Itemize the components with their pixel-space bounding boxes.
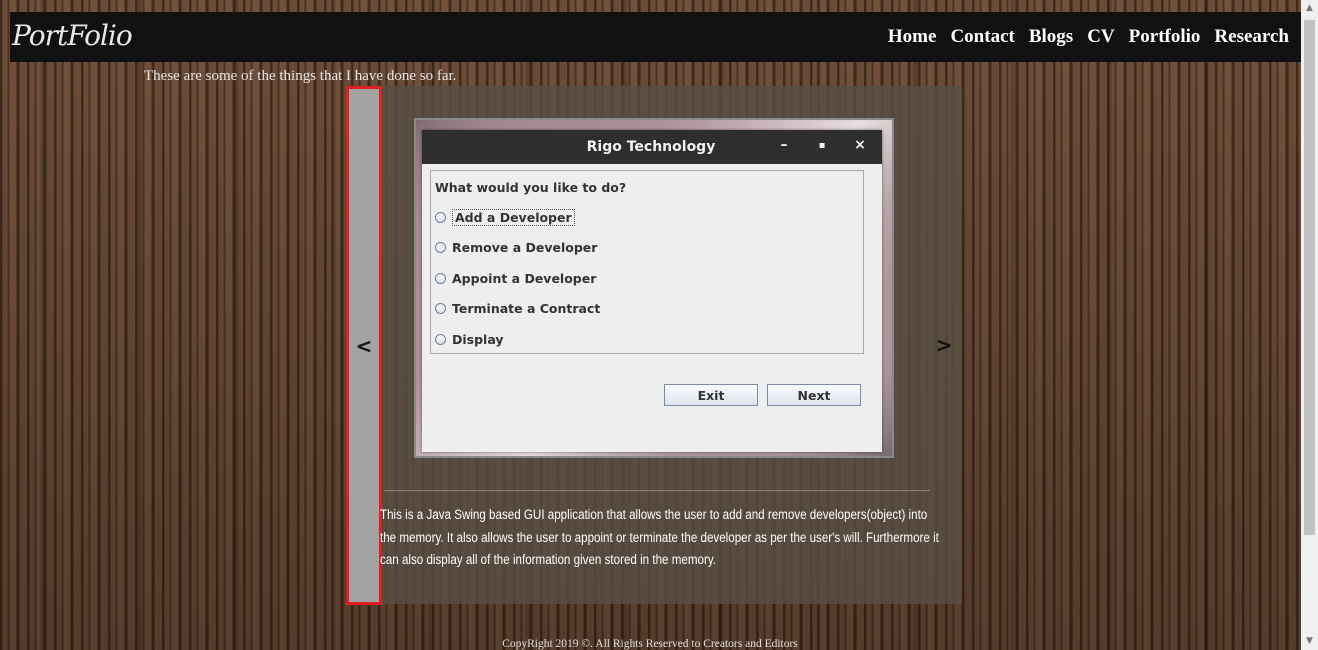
- radio-label: Add a Developer: [452, 209, 575, 226]
- radio-circle-icon: [435, 334, 446, 345]
- page-scrollbar[interactable]: ▲ ▼: [1301, 0, 1318, 650]
- navbar: PortFolio Home Contact Blogs CV Portfoli…: [10, 12, 1301, 62]
- radio-circle-icon: [435, 303, 446, 314]
- radio-display[interactable]: Display: [435, 332, 504, 347]
- radio-label: Display: [452, 332, 504, 347]
- question-label: What would you like to do?: [435, 180, 627, 195]
- java-app-window: Rigo Technology – ▪ × What would you lik…: [422, 130, 882, 452]
- slider-next-button[interactable]: >: [934, 330, 954, 360]
- radio-add-developer[interactable]: Add a Developer: [435, 209, 575, 226]
- radio-remove-developer[interactable]: Remove a Developer: [435, 240, 597, 255]
- site-logo[interactable]: PortFolio: [12, 19, 133, 52]
- scroll-up-icon[interactable]: ▲: [1301, 0, 1318, 17]
- radio-label: Terminate a Contract: [452, 301, 601, 316]
- close-icon[interactable]: ×: [850, 137, 870, 153]
- radio-appoint-developer[interactable]: Appoint a Developer: [435, 271, 596, 286]
- footer-copyright: CopyRight 2019 ©. All Rights Reserved to…: [502, 638, 798, 650]
- slider-prev-button[interactable]: <: [346, 86, 382, 605]
- nav-research[interactable]: Research: [1214, 26, 1289, 48]
- slide-description: This is a Java Swing based GUI applicati…: [380, 507, 939, 567]
- slide-divider: [384, 490, 930, 491]
- window-title: Rigo Technology: [586, 139, 716, 155]
- radio-label: Appoint a Developer: [452, 271, 597, 286]
- nav-links: Home Contact Blogs CV Portfolio Research: [888, 26, 1289, 48]
- nav-blogs[interactable]: Blogs: [1029, 26, 1073, 48]
- scroll-down-icon[interactable]: ▼: [1301, 633, 1318, 650]
- radio-terminate-contract[interactable]: Terminate a Contract: [435, 301, 600, 316]
- radio-label: Remove a Developer: [452, 240, 598, 255]
- radio-circle-icon: [435, 242, 446, 253]
- next-button[interactable]: Next: [767, 384, 861, 406]
- scroll-thumb[interactable]: [1304, 20, 1315, 535]
- exit-button[interactable]: Exit: [664, 384, 758, 406]
- options-panel: What would you like to do? Add a Develop…: [430, 170, 864, 354]
- nav-cv[interactable]: CV: [1087, 26, 1114, 48]
- nav-home[interactable]: Home: [888, 26, 937, 48]
- intro-text: These are some of the things that I have…: [144, 68, 457, 84]
- minimize-icon[interactable]: –: [774, 137, 794, 153]
- radio-circle-icon: [435, 212, 446, 223]
- window-titlebar: Rigo Technology – ▪ ×: [422, 130, 882, 164]
- nav-portfolio[interactable]: Portfolio: [1129, 26, 1201, 48]
- nav-contact[interactable]: Contact: [950, 26, 1014, 48]
- radio-circle-icon: [435, 273, 446, 284]
- maximize-icon[interactable]: ▪: [812, 140, 832, 151]
